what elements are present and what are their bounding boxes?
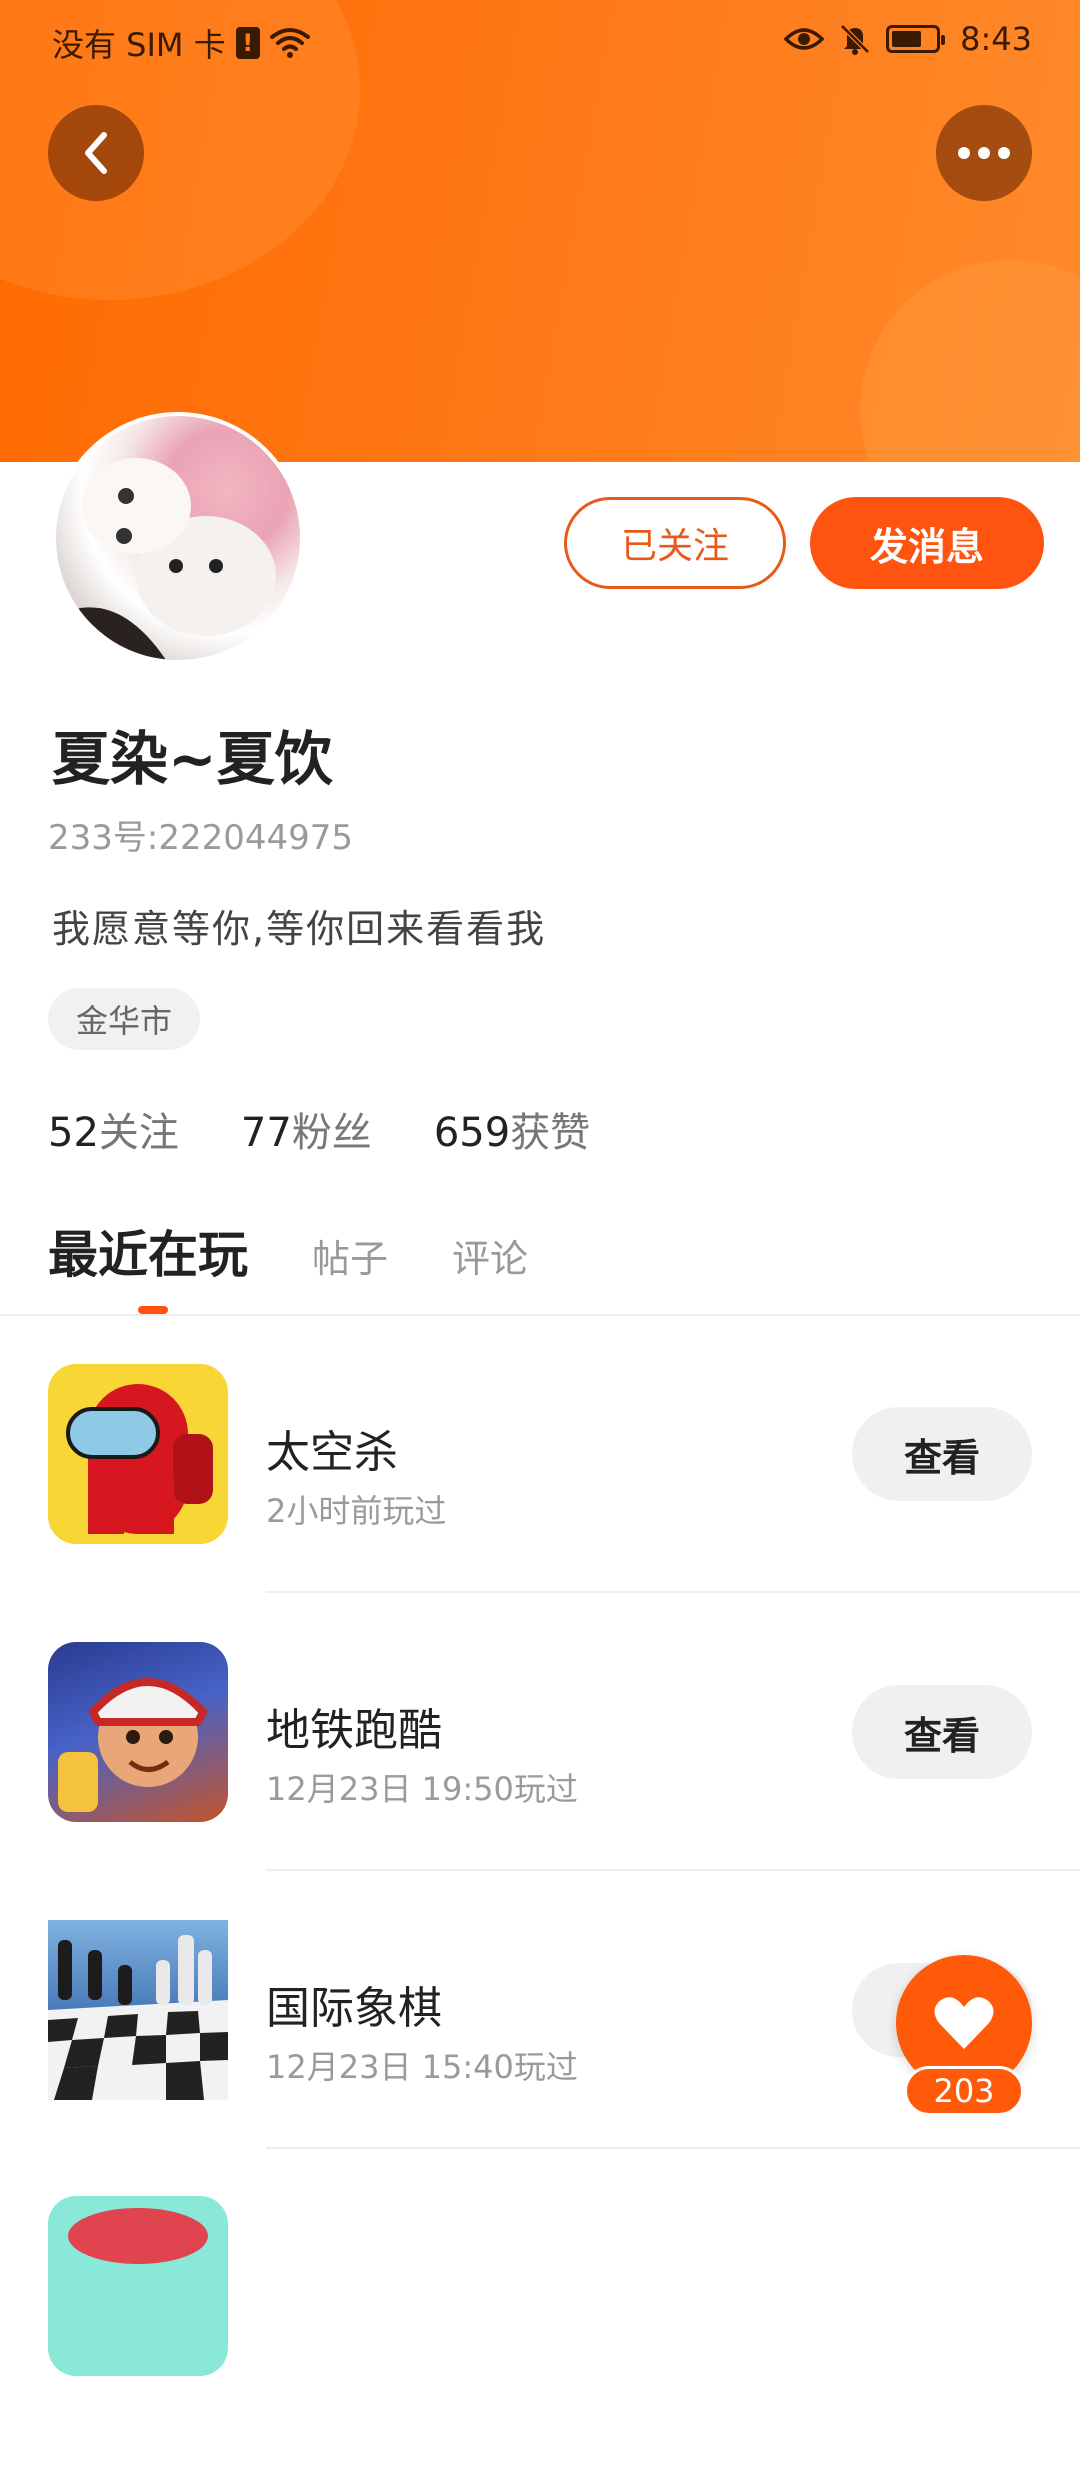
avatar-illustration bbox=[56, 458, 276, 660]
user-id: 233号:222044975 bbox=[48, 818, 354, 858]
tab-comments[interactable]: 评论 bbox=[452, 1228, 528, 1283]
followed-button[interactable]: 已关注 bbox=[564, 497, 786, 589]
chess-game-icon[interactable] bbox=[48, 1920, 228, 2100]
stat-fans[interactable]: 77粉丝 bbox=[241, 1100, 372, 1158]
sim-alert-icon: ! bbox=[235, 27, 260, 59]
stat-label: 粉丝 bbox=[291, 1110, 372, 1156]
send-message-button[interactable]: 发消息 bbox=[810, 497, 1044, 589]
avatar[interactable] bbox=[52, 412, 304, 664]
more-button[interactable] bbox=[936, 105, 1032, 201]
wifi-icon bbox=[269, 28, 310, 58]
clock-text: 8:43 bbox=[960, 20, 1032, 58]
row-divider bbox=[266, 1869, 1080, 1871]
profile-stats: 52关注 77粉丝 659获赞 bbox=[48, 1100, 590, 1158]
game-name: 太空杀 bbox=[266, 1427, 398, 1478]
tabs-divider bbox=[0, 1314, 1080, 1316]
stat-label: 获赞 bbox=[510, 1110, 591, 1156]
profile-tabs: 最近在玩 帖子 评论 bbox=[48, 1215, 528, 1287]
stat-number: 77 bbox=[240, 1110, 292, 1156]
game-name: 国际象棋 bbox=[266, 1983, 442, 2034]
game-icon[interactable] bbox=[48, 2196, 228, 2376]
status-bar: 没有 SIM 卡 ! 8:43 bbox=[0, 0, 1080, 80]
game-row[interactable] bbox=[0, 2196, 1080, 2474]
carrier-text: 没有 SIM 卡 bbox=[52, 26, 226, 64]
back-button[interactable] bbox=[48, 105, 144, 201]
avatar-image bbox=[56, 416, 300, 660]
row-divider bbox=[266, 1591, 1080, 1593]
chevron-left-icon bbox=[85, 132, 107, 174]
tab-posts[interactable]: 帖子 bbox=[312, 1228, 388, 1283]
stat-following[interactable]: 52关注 bbox=[48, 1100, 179, 1158]
tab-indicator bbox=[138, 1306, 168, 1314]
more-dot bbox=[998, 147, 1010, 159]
stat-likes[interactable]: 659获赞 bbox=[434, 1100, 590, 1158]
tab-recently-played[interactable]: 最近在玩 bbox=[48, 1215, 248, 1287]
row-divider bbox=[266, 2147, 1080, 2149]
heart-icon bbox=[934, 1997, 994, 2049]
game-last-played: 12月23日 19:50玩过 bbox=[266, 1770, 578, 1808]
game-last-played: 12月23日 15:40玩过 bbox=[266, 2048, 578, 2086]
nickname: 夏染~夏饮 bbox=[52, 725, 333, 793]
bio-text: 我愿意等你,等你回来看看我 bbox=[52, 907, 547, 951]
banner-decoration bbox=[860, 260, 1080, 462]
view-game-button[interactable]: 查看 bbox=[852, 1685, 1032, 1779]
view-game-button[interactable]: 查看 bbox=[852, 1407, 1032, 1501]
more-dot bbox=[978, 147, 990, 159]
like-count: 203 bbox=[904, 2066, 1024, 2116]
battery-icon bbox=[886, 25, 946, 53]
game-row[interactable]: 地铁跑酷 12月23日 19:50玩过 查看 bbox=[0, 1642, 1080, 1920]
subway-surfers-game-icon[interactable] bbox=[48, 1642, 228, 1822]
location-tag[interactable]: 金华市 bbox=[48, 988, 201, 1050]
stat-label: 关注 bbox=[98, 1110, 179, 1156]
among-us-game-icon[interactable] bbox=[48, 1364, 228, 1544]
bell-off-icon bbox=[840, 24, 870, 55]
stat-number: 52 bbox=[48, 1110, 99, 1156]
game-last-played: 2小时前玩过 bbox=[266, 1492, 447, 1530]
stat-number: 659 bbox=[433, 1110, 511, 1156]
more-dots-icon bbox=[958, 147, 970, 159]
game-row[interactable]: 太空杀 2小时前玩过 查看 bbox=[0, 1364, 1080, 1642]
game-name: 地铁跑酷 bbox=[266, 1705, 442, 1756]
eye-icon bbox=[784, 28, 825, 50]
